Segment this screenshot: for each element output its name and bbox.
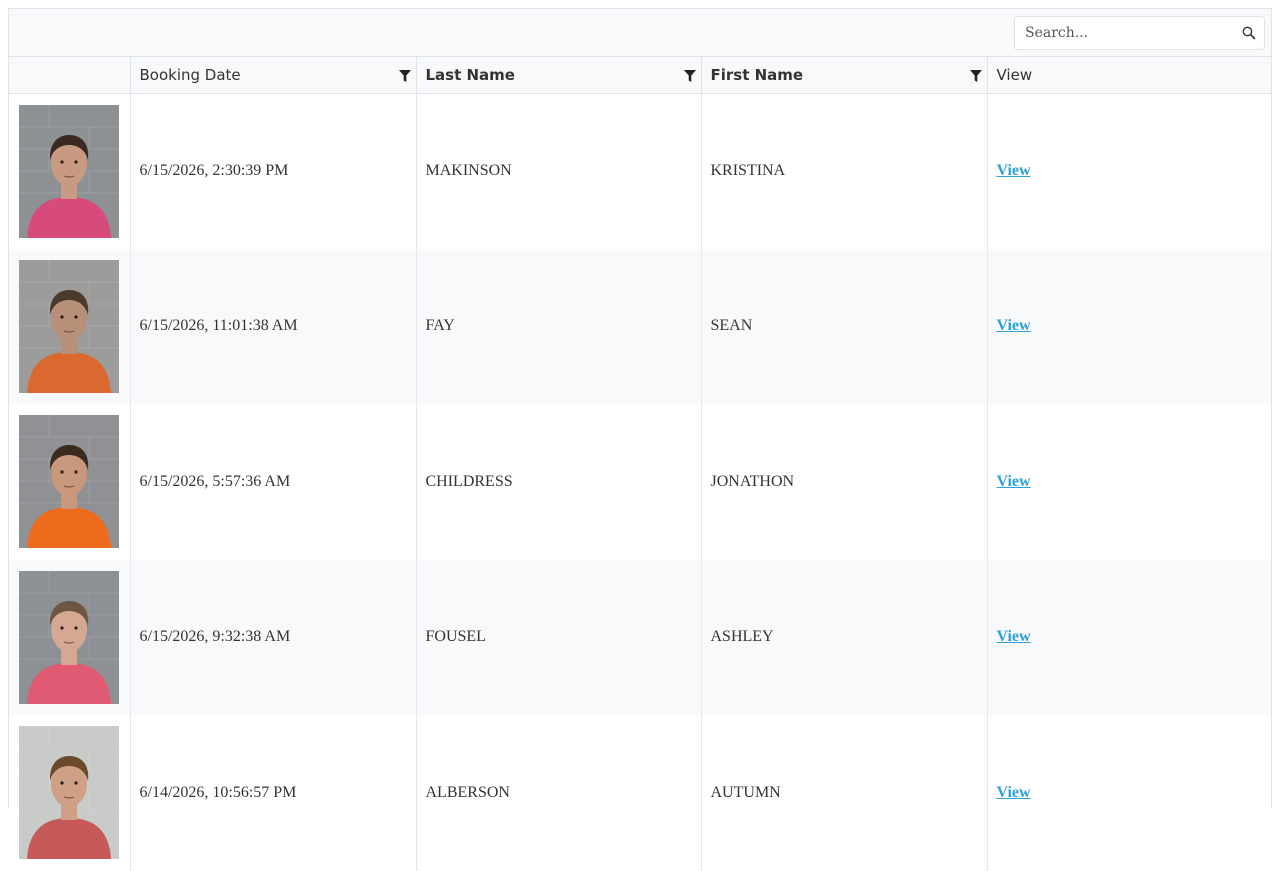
- column-header-view: View: [987, 57, 1271, 94]
- photo-cell: [9, 404, 131, 560]
- filter-icon[interactable]: [398, 69, 411, 83]
- search-box: [1014, 16, 1265, 50]
- table-row: 6/15/2026, 11:01:38 AM FAY SEAN View: [9, 248, 1271, 404]
- column-header-label: View: [996, 65, 1033, 84]
- last-name-cell: MAKINSON: [416, 93, 702, 249]
- photo-cell: [9, 559, 131, 715]
- first-name-cell: JONATHON: [701, 404, 988, 560]
- view-cell: View: [987, 404, 1271, 560]
- mugshot-photo: [19, 104, 119, 238]
- booking-date-cell: 6/15/2026, 2:30:39 PM: [130, 93, 417, 249]
- last-name-cell: FOUSEL: [416, 559, 702, 715]
- first-name-cell: KRISTINA: [701, 93, 988, 249]
- view-cell: View: [987, 715, 1271, 871]
- view-link[interactable]: View: [997, 628, 1031, 645]
- photo-cell: [9, 248, 131, 404]
- view-link[interactable]: View: [997, 473, 1031, 490]
- booking-table: Booking Date Last Name First Name View 6…: [9, 57, 1271, 871]
- booking-date-cell: 6/15/2026, 9:32:38 AM: [130, 559, 417, 715]
- booking-date-cell: 6/15/2026, 5:57:36 AM: [130, 404, 417, 560]
- booking-date-cell: 6/14/2026, 10:56:57 PM: [130, 715, 417, 871]
- view-cell: View: [987, 93, 1271, 249]
- table-row: 6/15/2026, 2:30:39 PM MAKINSON KRISTINA …: [9, 93, 1271, 249]
- table-row: 6/15/2026, 5:57:36 AM CHILDRESS JONATHON…: [9, 404, 1271, 560]
- view-link[interactable]: View: [997, 162, 1031, 179]
- booking-date-cell: 6/15/2026, 11:01:38 AM: [130, 248, 417, 404]
- column-header-last-name[interactable]: Last Name: [416, 57, 702, 94]
- view-link[interactable]: View: [997, 317, 1031, 334]
- mugshot-photo: [19, 570, 119, 704]
- photo-cell: [9, 93, 131, 249]
- photo-cell: [9, 715, 131, 871]
- mugshot-photo: [19, 415, 119, 549]
- last-name-cell: FAY: [416, 248, 702, 404]
- grid-toolbar: [9, 9, 1271, 57]
- first-name-cell: SEAN: [701, 248, 988, 404]
- header-row: Booking Date Last Name First Name View: [9, 57, 1271, 94]
- last-name-cell: CHILDRESS: [416, 404, 702, 560]
- mugshot-photo: [19, 259, 119, 393]
- column-header-label: Last Name: [425, 65, 515, 84]
- column-header-photo: [9, 57, 131, 94]
- first-name-cell: ASHLEY: [701, 559, 988, 715]
- view-cell: View: [987, 559, 1271, 715]
- mugshot-photo: [19, 726, 119, 860]
- search-input[interactable]: [1015, 17, 1234, 49]
- last-name-cell: ALBERSON: [416, 715, 702, 871]
- column-header-first-name[interactable]: First Name: [701, 57, 988, 94]
- column-header-label: Booking Date: [139, 65, 241, 84]
- view-link[interactable]: View: [997, 784, 1031, 801]
- table-row: 6/15/2026, 9:32:38 AM FOUSEL ASHLEY View: [9, 559, 1271, 715]
- view-cell: View: [987, 248, 1271, 404]
- booking-grid: Booking Date Last Name First Name: [8, 8, 1272, 871]
- filter-icon[interactable]: [969, 69, 982, 83]
- column-header-label: First Name: [710, 65, 804, 84]
- table-row: 6/14/2026, 10:56:57 PM ALBERSON AUTUMN V…: [9, 715, 1271, 871]
- search-icon[interactable]: [1234, 16, 1264, 50]
- filter-icon[interactable]: [683, 69, 696, 83]
- first-name-cell: AUTUMN: [701, 715, 988, 871]
- column-header-booking-date[interactable]: Booking Date: [130, 57, 417, 94]
